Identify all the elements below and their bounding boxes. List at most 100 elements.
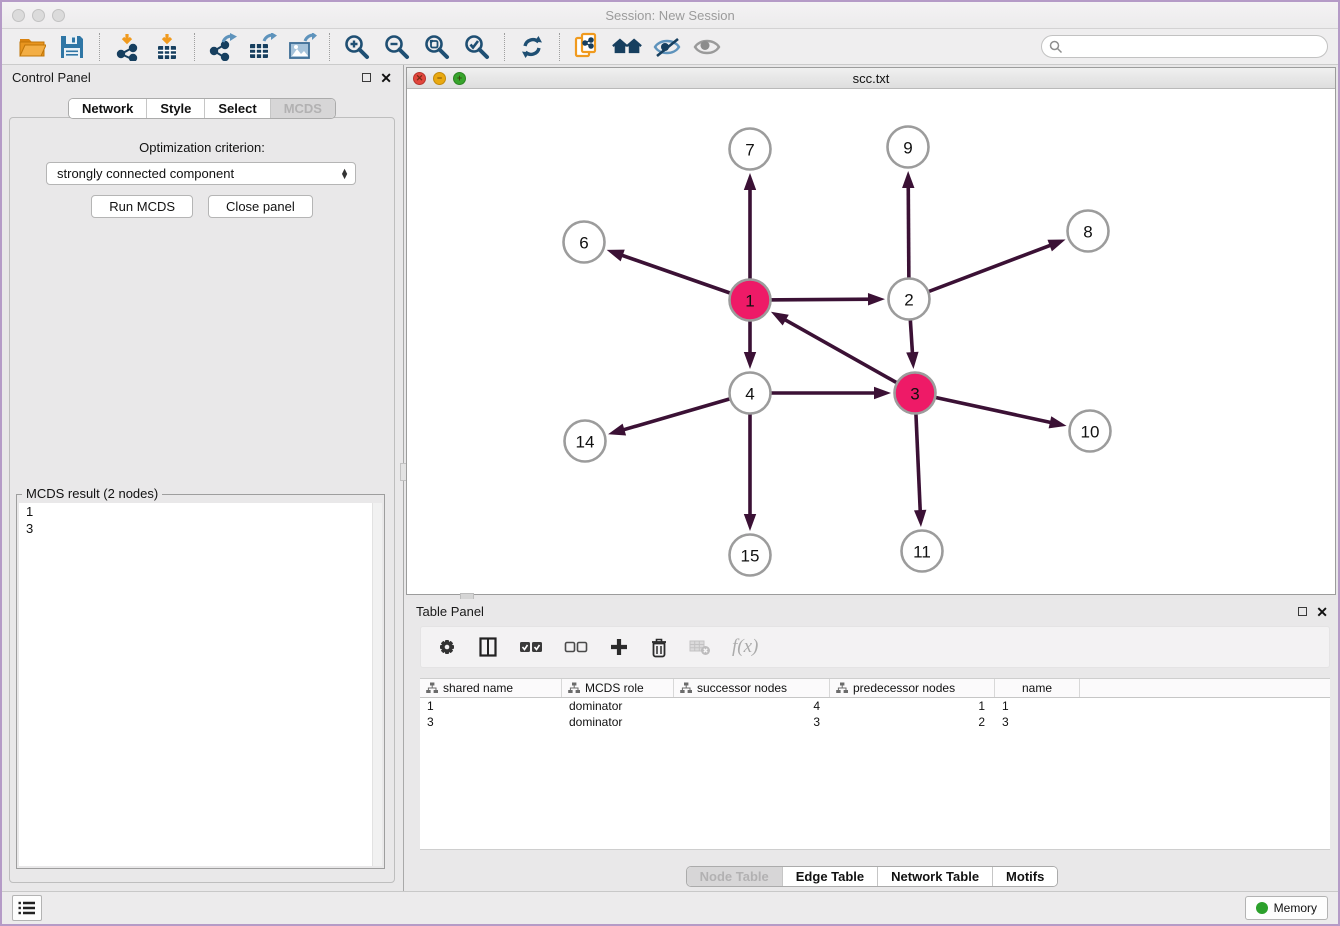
title-bar: Session: New Session (2, 2, 1338, 29)
graph-node-label: 7 (745, 141, 754, 160)
graph-edge-arrowhead (1047, 240, 1065, 252)
network-canvas[interactable]: 7968124314101511 (407, 89, 1335, 594)
save-session-icon[interactable] (57, 32, 87, 62)
column-header-name[interactable]: name (995, 679, 1080, 697)
mcds-result-item[interactable]: 3 (19, 520, 382, 537)
mcds-tab-pane: Optimization criterion: strongly connect… (9, 117, 395, 883)
hide-selected-eye-slash-icon[interactable] (652, 32, 682, 62)
show-columns-icon[interactable] (478, 637, 498, 657)
table-header-row: shared name MCDS rolesuccessor nodesprede… (420, 679, 1330, 698)
network-window-titlebar[interactable]: ✕ − + scc.txt (407, 68, 1335, 89)
table-panel: Table Panel ✕ (406, 599, 1338, 891)
tab-network[interactable]: Network (69, 99, 146, 118)
graph-node-label: 11 (913, 543, 931, 562)
toolbar-separator (329, 33, 330, 61)
zoom-in-icon[interactable] (342, 32, 372, 62)
graph-edge-arrowhead (744, 352, 756, 369)
table-tab-motifs[interactable]: Motifs (992, 867, 1057, 886)
close-panel-button[interactable]: Close panel (208, 195, 313, 218)
criterion-select[interactable]: strongly connected component ▲▼ (46, 162, 356, 185)
column-type-icon (568, 682, 580, 694)
graph-edge-arrowhead (874, 387, 891, 399)
search-box[interactable] (1041, 35, 1328, 58)
tab-style[interactable]: Style (146, 99, 204, 118)
graph-node-label: 3 (910, 385, 919, 404)
search-icon (1049, 40, 1063, 54)
select-all-checked-icon[interactable] (519, 640, 543, 654)
toolbar-separator (194, 33, 195, 61)
import-table-icon[interactable] (152, 32, 182, 62)
control-panel-title: Control Panel (12, 70, 91, 85)
network-overview-houses-icon[interactable] (612, 32, 642, 62)
graph-edge-arrowhead (744, 173, 756, 190)
add-column-plus-icon[interactable] (609, 637, 629, 657)
memory-button[interactable]: Memory (1245, 896, 1328, 920)
graph-edge-arrowhead (771, 312, 789, 326)
table-row[interactable]: 3dominator323 (420, 714, 1330, 730)
zoom-out-icon[interactable] (382, 32, 412, 62)
task-history-button[interactable] (12, 895, 42, 921)
graph-edge-arrowhead (607, 250, 625, 262)
float-panel-icon[interactable] (362, 73, 371, 82)
table-settings-gear-icon[interactable] (437, 637, 457, 657)
tab-mcds[interactable]: MCDS (270, 99, 335, 118)
export-network-icon[interactable] (207, 32, 237, 62)
table-tab-network-table[interactable]: Network Table (877, 867, 992, 886)
first-neighbors-icon[interactable] (572, 32, 602, 62)
table-cell[interactable]: 1 (420, 698, 562, 714)
zoom-fit-icon[interactable] (422, 32, 452, 62)
table-tabs: Node TableEdge TableNetwork TableMotifs (686, 866, 1059, 887)
window-title: Session: New Session (2, 8, 1338, 23)
result-scrollbar[interactable] (372, 503, 382, 866)
search-input[interactable] (1067, 38, 1327, 56)
close-panel-icon[interactable]: ✕ (380, 71, 392, 85)
mcds-result-item[interactable]: 1 (19, 503, 382, 520)
column-header-label: shared name (443, 681, 513, 695)
column-header-shared-name[interactable]: shared name (420, 679, 562, 697)
table-cell[interactable]: 2 (830, 714, 995, 730)
show-all-eye-icon[interactable] (692, 32, 722, 62)
table-cell[interactable]: 3 (995, 714, 1080, 730)
table-tab-edge-table[interactable]: Edge Table (782, 867, 877, 886)
table-cell[interactable]: 3 (420, 714, 562, 730)
open-session-icon[interactable] (17, 32, 47, 62)
delete-column-trash-icon[interactable] (650, 637, 668, 658)
network-window: ✕ − + scc.txt 7968124314101511 (406, 67, 1336, 595)
float-table-panel-icon[interactable] (1298, 607, 1307, 616)
column-header-predecessor-nodes[interactable]: predecessor nodes (830, 679, 995, 697)
table-row[interactable]: 1dominator411 (420, 698, 1330, 714)
tab-select[interactable]: Select (204, 99, 269, 118)
zoom-selected-icon[interactable] (462, 32, 492, 62)
run-mcds-button[interactable]: Run MCDS (91, 195, 193, 218)
select-chevrons-icon: ▲▼ (340, 169, 349, 179)
unselect-all-unchecked-icon[interactable] (564, 640, 588, 654)
main-toolbar (2, 29, 1338, 65)
refresh-layout-icon[interactable] (517, 32, 547, 62)
column-header-successor-nodes[interactable]: successor nodes (674, 679, 830, 697)
table-cell[interactable]: 1 (995, 698, 1080, 714)
table-cell[interactable]: 1 (830, 698, 995, 714)
import-network-icon[interactable] (112, 32, 142, 62)
table-cell[interactable]: 3 (674, 714, 830, 730)
graph-edge-arrowhead (1049, 416, 1067, 428)
export-table-icon[interactable] (247, 32, 277, 62)
graph-edge-3-1[interactable] (781, 318, 915, 393)
export-image-icon[interactable] (287, 32, 317, 62)
graph-edge-2-8[interactable] (909, 244, 1054, 299)
table-cell[interactable]: dominator (562, 714, 674, 730)
network-title: scc.txt (407, 71, 1335, 86)
task-history-list-icon (18, 901, 36, 915)
toolbar-separator (559, 33, 560, 61)
column-type-icon (680, 682, 692, 694)
close-table-panel-icon[interactable]: ✕ (1316, 605, 1328, 619)
table-tab-node-table[interactable]: Node Table (687, 867, 782, 886)
app-window: Session: New Session (0, 0, 1340, 926)
mcds-result-list[interactable]: 13 (19, 503, 382, 866)
column-header-MCDS-role[interactable]: MCDS role (562, 679, 674, 697)
column-type-icon (426, 682, 438, 694)
table-cell[interactable]: 4 (674, 698, 830, 714)
control-panel: Control Panel ✕ NetworkStyleSelectMCDS O… (2, 65, 402, 891)
control-panel-tabs: NetworkStyleSelectMCDS (68, 98, 336, 119)
graph-node-label: 1 (745, 292, 754, 311)
table-cell[interactable]: dominator (562, 698, 674, 714)
